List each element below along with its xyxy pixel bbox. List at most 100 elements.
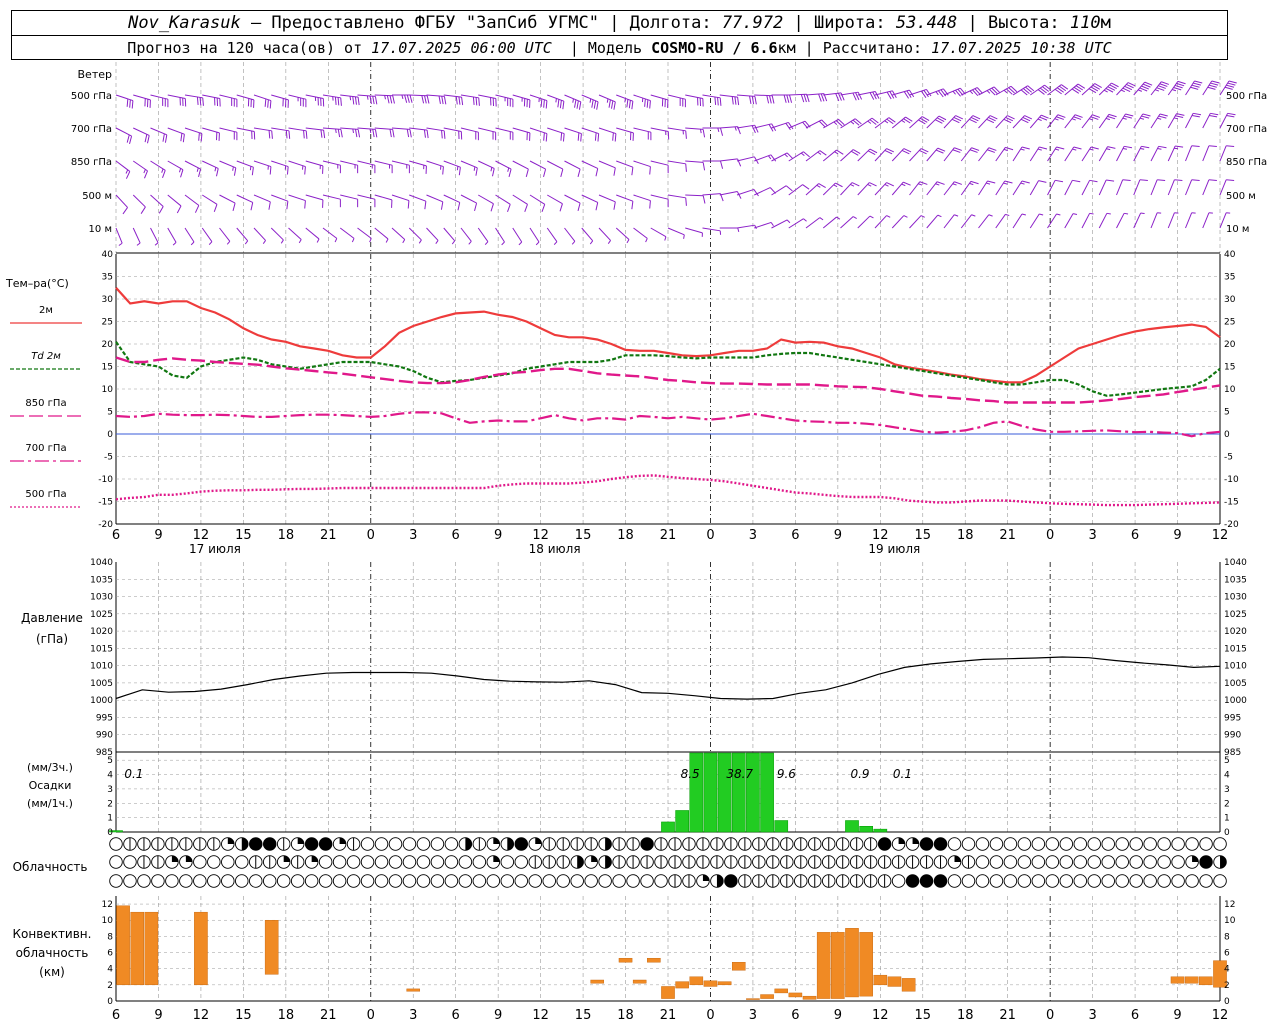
press-ytick-label-right: 1025 xyxy=(1224,610,1247,620)
wind-barb xyxy=(1116,82,1136,96)
wind-barb xyxy=(1081,146,1099,162)
wind-barb-feather xyxy=(1021,180,1030,184)
wind-barb-staff xyxy=(891,215,905,229)
temp-ytick-label-right: -15 xyxy=(1224,498,1239,508)
wind-barb-staff xyxy=(495,227,505,243)
wind-barb-feather xyxy=(613,101,616,110)
cloud-cover-circle xyxy=(933,874,948,888)
wind-barb-feather xyxy=(1090,146,1099,150)
cloud-cover-symbol xyxy=(766,855,780,869)
cloud-cover-symbol xyxy=(710,855,724,869)
wind-barb xyxy=(150,194,164,214)
x-tick-label: 9 xyxy=(1173,528,1181,543)
wind-barb-feather xyxy=(406,129,410,138)
cloud-cover-symbol xyxy=(584,874,598,888)
precip-bar xyxy=(760,752,774,833)
cloud-cover-circle xyxy=(1045,837,1060,851)
wind-barb-feather xyxy=(766,95,770,104)
wind-barb-feather xyxy=(800,152,805,157)
wind-barb-feather xyxy=(803,218,807,222)
wind-barb xyxy=(547,127,565,142)
wind-barb-feather xyxy=(305,130,308,139)
wind-barb-feather xyxy=(340,129,343,138)
wind-barb-feather xyxy=(1156,87,1165,91)
cloud-cover-symbol xyxy=(430,874,445,888)
cloud-cover-circle xyxy=(1087,837,1101,851)
wind-barb xyxy=(1098,113,1117,129)
meteogram-chart: Ветер 500 гПа 700 гПа 850 гПа 500 м 10 м 500 г… xyxy=(5,62,1267,1023)
cloud-cover-circle xyxy=(1059,837,1074,851)
wind-barb-staff xyxy=(736,156,755,162)
x-tick-label-bottom: 3 xyxy=(1088,1008,1096,1023)
wind-barb-feather xyxy=(769,95,772,104)
wind-barb xyxy=(201,194,218,212)
wind-barb-feather xyxy=(649,100,651,109)
cloud-cover-mark xyxy=(1220,855,1227,869)
cloud-cover-symbol xyxy=(109,837,123,851)
cloud-cover-circle xyxy=(514,874,529,888)
wind-barb-feather xyxy=(1054,118,1059,121)
cloud-cover-symbol xyxy=(276,837,291,851)
wind-barb-feather xyxy=(1073,146,1082,150)
temp-ytick-label: 10 xyxy=(102,385,114,395)
wind-barb-feather xyxy=(597,133,600,142)
cloud-cover-symbol xyxy=(1045,855,1060,869)
precip-bar xyxy=(774,820,789,833)
wind-barb-staff xyxy=(1185,179,1193,196)
precip-value-label: 9.6 xyxy=(777,767,796,781)
wind-barb xyxy=(891,148,912,162)
wind-barb-staff xyxy=(840,216,854,229)
wind-barb-feather xyxy=(867,120,872,124)
x-tick-label-bottom: 6 xyxy=(791,1008,799,1023)
cloud-cover-circle xyxy=(640,837,654,851)
wind-barb-feather xyxy=(1139,179,1148,181)
wind-barb-feather xyxy=(1158,85,1166,89)
x-tick-label: 3 xyxy=(1088,528,1096,543)
wind-barb xyxy=(874,182,895,196)
cloud-cover-symbol xyxy=(710,837,724,851)
wind-barb-feather xyxy=(456,166,459,171)
press-ytick-label-right: 1035 xyxy=(1224,575,1247,585)
convective-bar xyxy=(774,988,789,994)
wind-barb-feather xyxy=(158,206,164,214)
wind-barb-feather xyxy=(987,149,995,153)
wind-barb-staff xyxy=(322,227,338,239)
wind-barb-feather xyxy=(818,93,822,102)
wind-barb xyxy=(840,216,857,229)
cloud-cover-symbol xyxy=(458,855,473,869)
cloud-cover-circle xyxy=(1017,855,1032,869)
cloud-cover-circle xyxy=(235,874,249,888)
conv-ytick-label-right: 12 xyxy=(1224,900,1235,910)
wind-barb-feather xyxy=(806,94,810,103)
temp-ytick-label: 5 xyxy=(107,408,113,418)
wind-barb xyxy=(374,227,389,243)
wind-barb-feather xyxy=(441,130,443,139)
cloud-cover-symbol xyxy=(179,837,193,851)
wind-barb-feather xyxy=(1139,117,1145,120)
x-tick-label: 0 xyxy=(706,528,714,543)
wind-barb-feather xyxy=(591,99,594,108)
temp-legend-label: 850 гПа xyxy=(25,398,66,409)
wind-barb-feather xyxy=(631,201,634,210)
wind-barb-feather xyxy=(969,90,974,95)
wind-barb-staff xyxy=(822,216,837,229)
cloud-cover-symbol xyxy=(835,874,850,888)
conv-ytick-label-right: 8 xyxy=(1224,932,1230,942)
cloud-cover-symbol xyxy=(304,837,319,851)
wind-barb xyxy=(1098,179,1115,196)
convective-bar xyxy=(760,994,774,999)
wind-barb-feather xyxy=(559,203,563,212)
wind-barb-feather xyxy=(1157,148,1162,150)
x-tick-label-bottom: 3 xyxy=(749,1008,757,1023)
wind-barb-feather xyxy=(418,239,422,244)
wind-barb-feather xyxy=(646,99,649,108)
cloud-cover-symbol xyxy=(556,855,570,869)
wind-barb-feather xyxy=(461,97,464,106)
press-ytick-label-right: 1010 xyxy=(1224,662,1247,672)
wind-barb-feather xyxy=(161,168,164,173)
temp-ytick-label: 40 xyxy=(102,250,114,260)
cloud-cover-symbol xyxy=(1087,855,1101,869)
cloud-cover-symbol xyxy=(640,855,654,869)
precip-ytick-label-right: 2 xyxy=(1224,799,1230,809)
wind-barb-feather xyxy=(714,96,717,105)
